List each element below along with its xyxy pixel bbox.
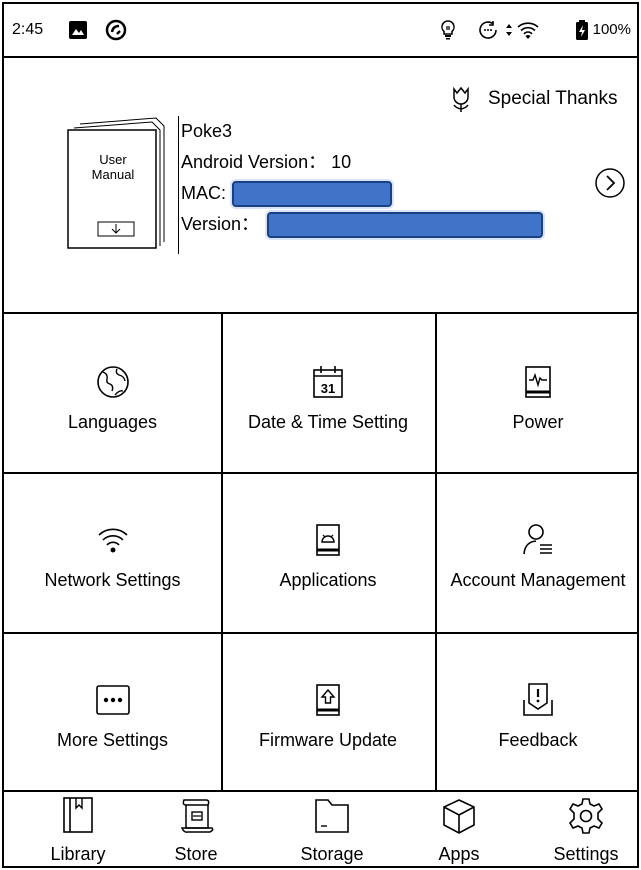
power-label: Power [512,412,564,432]
bottom-navigation: Library Store Storage Apps Settings [4,792,637,866]
nav-storage-label: Storage [300,844,364,864]
more-settings-label: More Settings [56,730,169,750]
special-thanks-label: Special Thanks [488,88,618,109]
nav-apps-label: Apps [438,844,480,864]
nav-store[interactable]: Store [166,792,226,865]
nav-settings[interactable]: Settings [544,792,628,865]
mac-label: MAC: [181,183,226,203]
user-manual-label: User Manual [91,152,135,182]
firmware-update-icon [316,684,340,716]
date-time-tile[interactable]: 31 Date & Time Setting [221,314,435,472]
data-arrows-icon [506,24,512,36]
nav-library-label: Library [50,844,106,864]
mac-row: MAC: [181,178,543,209]
nav-storage[interactable]: Storage [292,792,372,865]
nav-store-label: Store [174,844,218,864]
version-row: Version： [181,209,544,240]
flower-icon [453,86,469,112]
nav-settings-label: Settings [553,844,619,864]
mac-redaction [232,180,392,207]
more-settings-tile[interactable]: More Settings [4,632,221,790]
user-manual-button[interactable]: User Manual [64,116,176,252]
account-management-label: Account Management [450,570,626,590]
manual-book-icon [67,117,165,249]
status-time: 2:45 [12,21,44,38]
network-settings-label: Network Settings [44,570,181,590]
applications-tile[interactable]: Applications [221,472,435,632]
settings-screen: 2:45 100% Special Thanks User Manual Pok… [2,2,639,868]
power-tile[interactable]: Power [435,314,637,472]
nav-library[interactable]: Library [38,792,118,865]
special-thanks-link[interactable]: Special Thanks [446,84,618,114]
version-label: Version： [181,214,260,234]
calendar-icon: 31 [313,366,343,398]
feedback-icon [523,683,553,716]
network-settings-tile[interactable]: Network Settings [4,472,221,632]
account-management-tile[interactable]: Account Management [435,472,637,632]
status-bar: 2:45 100% [4,4,637,58]
feedback-tile[interactable]: Feedback [435,632,637,790]
globe-icon [96,366,129,398]
frontlight-icon [441,20,455,40]
date-time-label: Date & Time Setting [247,412,409,432]
gear-icon [568,798,604,834]
android-app-icon [316,524,340,556]
device-info-panel: Special Thanks User Manual Poke3 Android… [4,58,637,314]
refresh-icon [479,21,497,39]
battery-icon [576,20,588,40]
languages-label: Languages [67,412,158,432]
image-icon [69,21,87,39]
cube-icon [443,799,475,834]
power-monitor-icon [525,366,551,398]
calendar-day: 31 [321,381,335,396]
device-name: Poke3 [181,121,233,141]
chevron-right-icon[interactable] [594,167,626,199]
wifi-icon [517,22,539,39]
firmware-update-tile[interactable]: Firmware Update [221,632,435,790]
wifi-icon [97,528,128,553]
applications-label: Applications [279,570,377,590]
battery-percent: 100% [592,21,631,38]
more-icon [95,685,130,715]
device-details: Poke3 Android Version： 10 MAC: Version： [178,116,544,254]
version-redaction [267,211,544,238]
settings-grid: Languages 31 Date & Time Setting Power N… [4,314,637,792]
feedback-label: Feedback [498,730,578,750]
android-version: Android Version： 10 [181,152,352,172]
store-icon [180,799,214,833]
firmware-update-label: Firmware Update [258,730,398,750]
account-icon [523,524,552,555]
library-icon [63,797,93,833]
sync-icon [105,19,127,41]
folder-icon [315,799,349,833]
languages-tile[interactable]: Languages [4,314,221,472]
nav-apps[interactable]: Apps [429,792,489,865]
